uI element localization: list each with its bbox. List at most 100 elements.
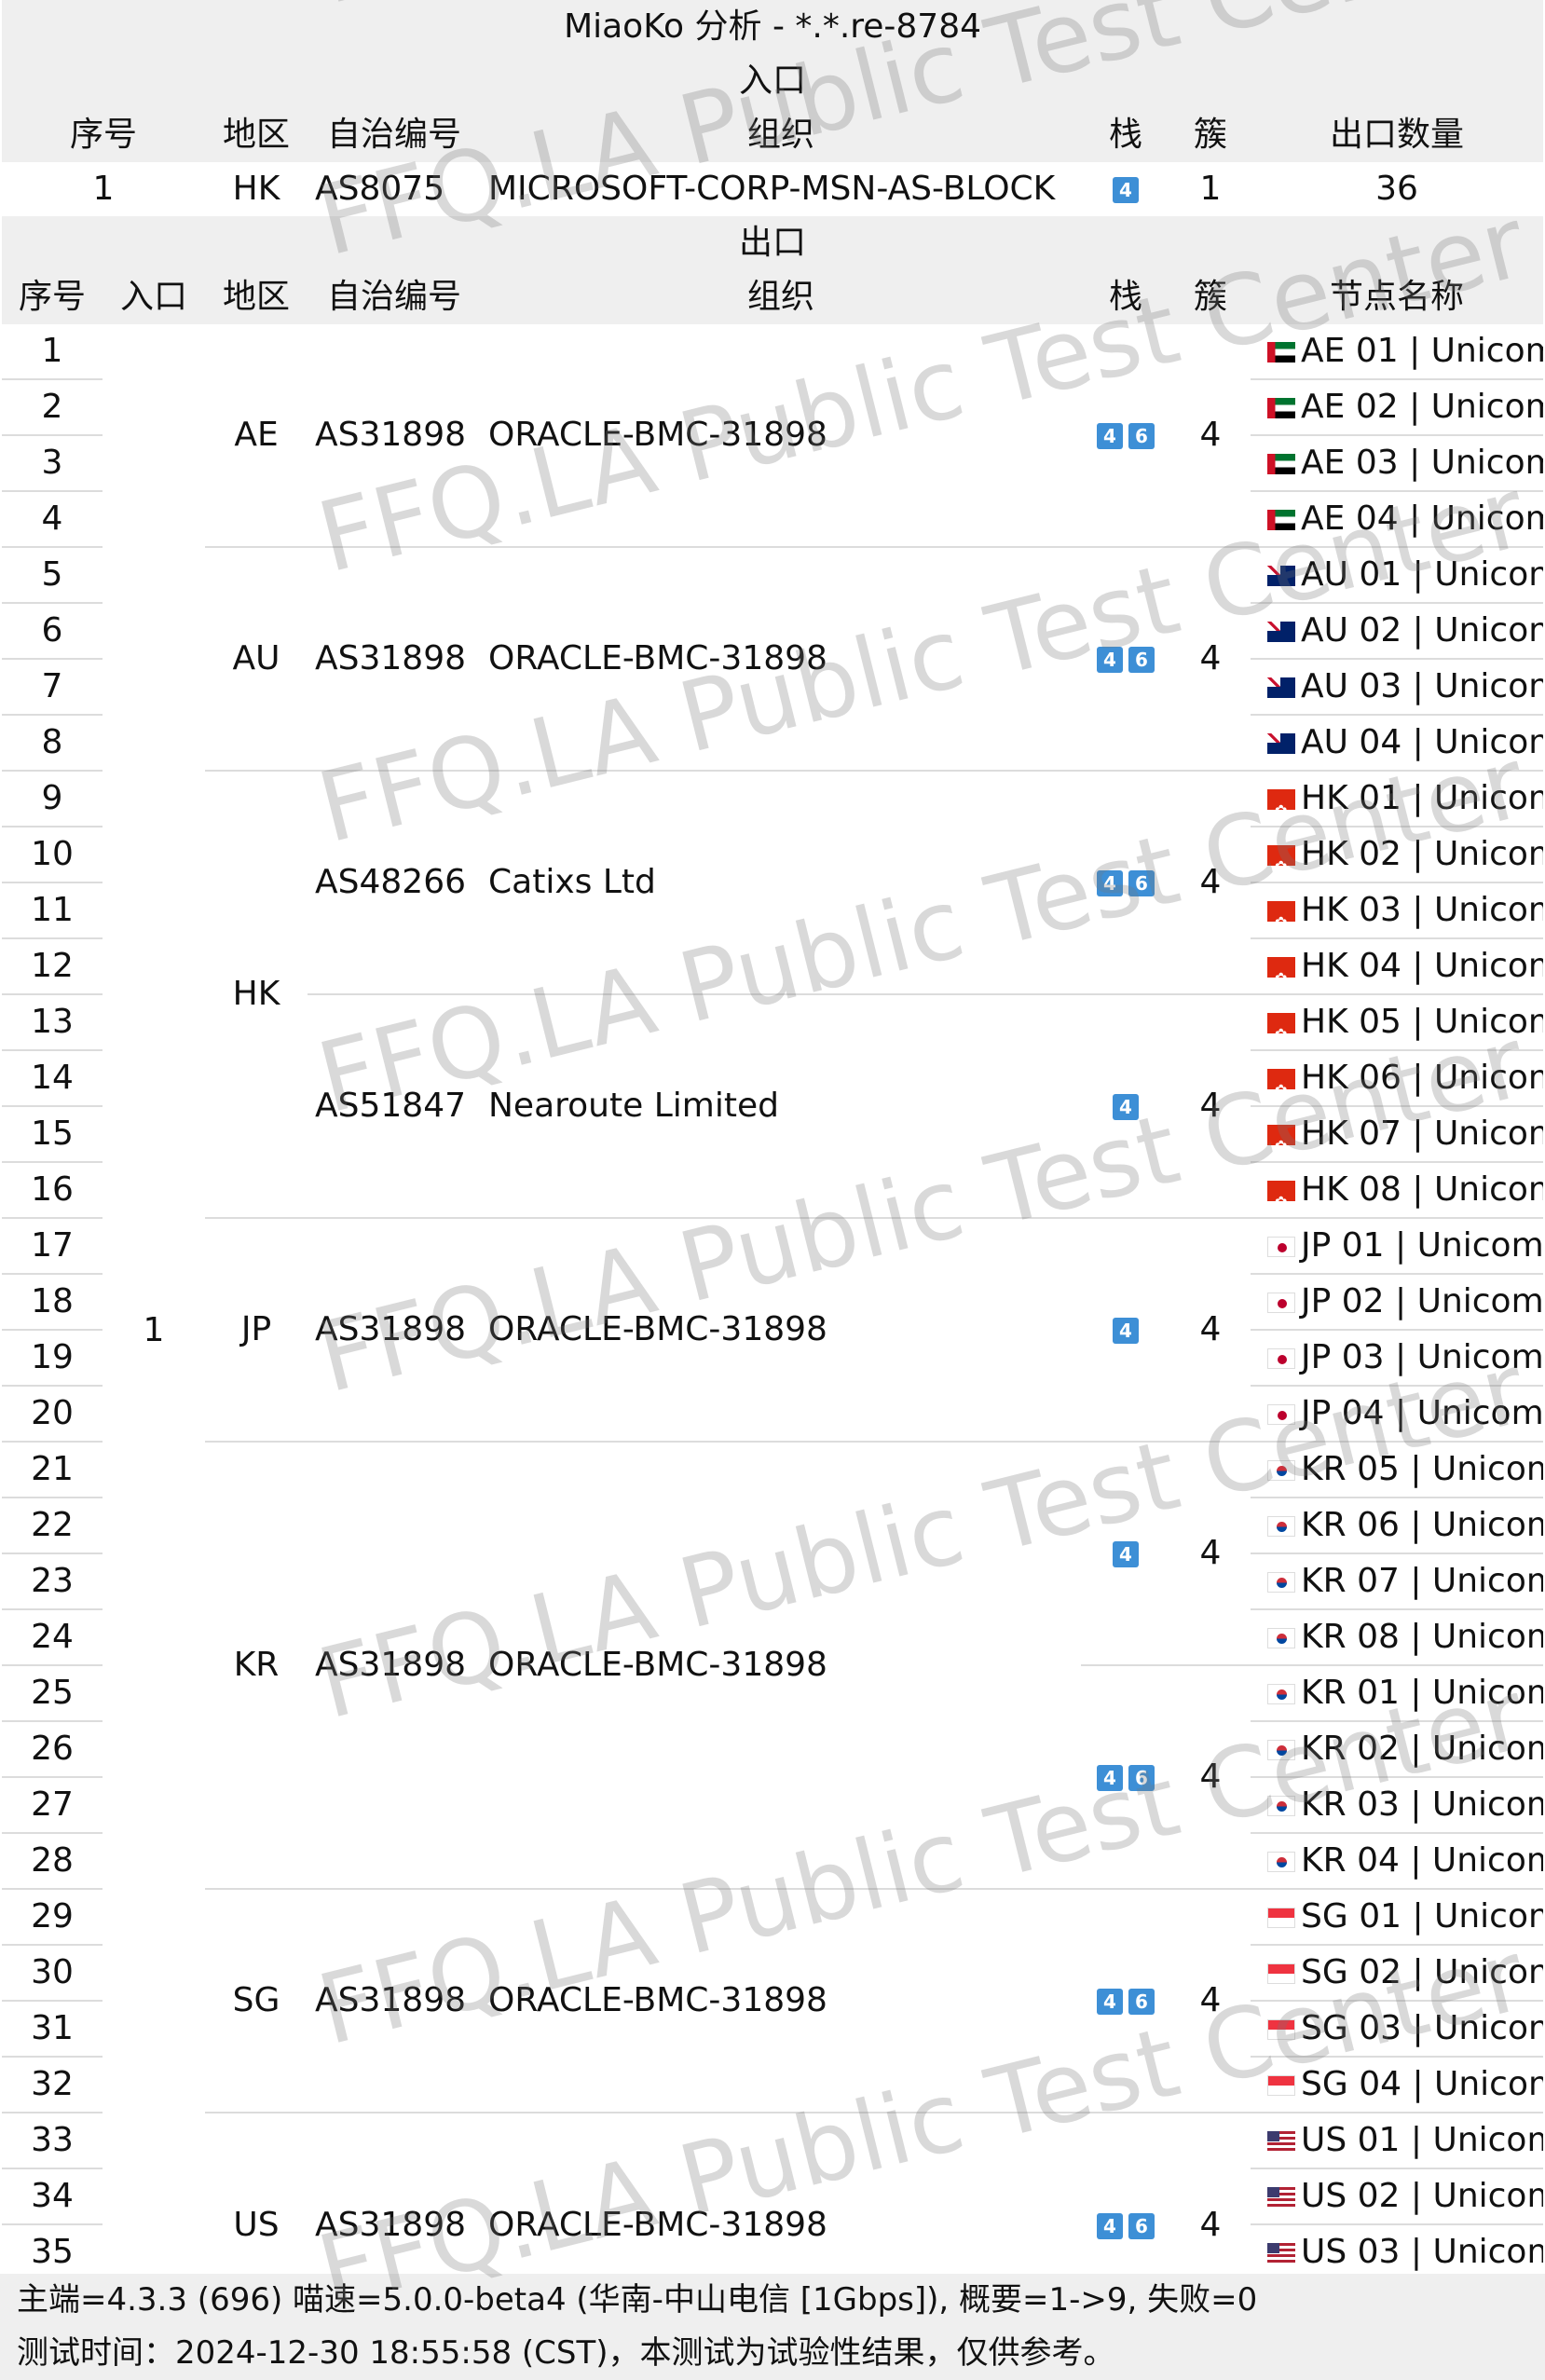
exit-region: AE bbox=[205, 324, 308, 548]
page-title: MiaoKo 分析 - *.*.re-8784 bbox=[2, 0, 1544, 54]
exit-org: ORACLE-BMC-31898 bbox=[481, 1442, 1081, 1890]
exit-seq: 22 bbox=[2, 1498, 103, 1554]
exit-region: SG bbox=[205, 1889, 308, 2113]
entry-header-seq: 序号 bbox=[2, 108, 205, 162]
flag-hk-icon bbox=[1267, 1069, 1295, 1089]
result-canvas: MiaoKo 分析 - *.*.re-8784 入口 序号 地区 自治编号 组织… bbox=[0, 0, 1545, 2380]
exit-node: JP 03 | Unicom bbox=[1251, 1330, 1544, 1387]
node-name: SG 01 | Unicom bbox=[1301, 1897, 1544, 1935]
exit-seq: 8 bbox=[2, 715, 103, 772]
entry-count: 36 bbox=[1251, 162, 1544, 216]
ipv6-badge: 6 bbox=[1128, 2212, 1155, 2239]
exit-row: 33 US AS31898 ORACLE-BMC-31898 4 6 4 US 01 | Un… bbox=[2, 2113, 1544, 2244]
flag-jp-icon bbox=[1267, 1237, 1295, 1257]
exit-node: HK 03 | Unicom bbox=[1251, 882, 1544, 939]
exit-stack: 46 bbox=[1081, 324, 1170, 548]
exit-row: 5 AU AS31898 ORACLE-BMC-31898 4 6 4 AU 01 | Uni… bbox=[2, 547, 1544, 772]
flag-jp-icon bbox=[1267, 1348, 1295, 1369]
exit-seq: 21 bbox=[2, 1442, 103, 1498]
exit-stack: 4 bbox=[1081, 1442, 1170, 1666]
exit-node: AU 01 | Unicom bbox=[1251, 547, 1544, 604]
exit-org: ORACLE-BMC-31898 bbox=[481, 324, 1081, 548]
exit-seq: 28 bbox=[2, 1833, 103, 1890]
flag-sg-icon bbox=[1267, 2019, 1295, 2040]
entry-cluster: 1 bbox=[1170, 162, 1251, 216]
exit-node: KR 03 | Unicom bbox=[1251, 1777, 1544, 1834]
flag-ae-icon bbox=[1267, 454, 1295, 474]
entry-seq: 1 bbox=[2, 162, 205, 216]
node-name: SG 03 | Unicom bbox=[1301, 2009, 1544, 2047]
exit-org: ORACLE-BMC-31898 bbox=[481, 1889, 1081, 2113]
ipv6-badge: 6 bbox=[1128, 647, 1155, 673]
exit-node: SG 03 | Unicom bbox=[1251, 2001, 1544, 2058]
exit-asn: AS31898 bbox=[308, 547, 481, 772]
exit-node: HK 07 | Unicom bbox=[1251, 1106, 1544, 1163]
exit-region: KR bbox=[205, 1442, 308, 1890]
exit-asn: AS31898 bbox=[308, 1889, 481, 2113]
flag-sg-icon bbox=[1267, 2075, 1295, 2096]
exit-seq: 9 bbox=[2, 771, 103, 828]
exit-seq: 23 bbox=[2, 1553, 103, 1610]
flag-kr-icon bbox=[1267, 1628, 1295, 1648]
exit-asn: AS31898 bbox=[308, 324, 481, 548]
flag-kr-icon bbox=[1267, 1852, 1295, 1872]
node-name: HK 04 | Unicom bbox=[1301, 947, 1544, 985]
exit-seq: 15 bbox=[2, 1106, 103, 1163]
exit-region: JP bbox=[205, 1218, 308, 1443]
node-name: KR 03 | Unicom bbox=[1301, 1785, 1544, 1824]
exit-node: KR 05 | Unicom bbox=[1251, 1442, 1544, 1498]
exit-node: AE 02 | Unicom bbox=[1251, 379, 1544, 436]
exit-node: US 01 | Unicom bbox=[1251, 2113, 1544, 2169]
exit-node: AE 03 | Unicom bbox=[1251, 435, 1544, 492]
exit-org: ORACLE-BMC-31898 bbox=[481, 547, 1081, 772]
exit-org: ORACLE-BMC-31898 bbox=[481, 1218, 1081, 1443]
ipv4-badge: 4 bbox=[1097, 2212, 1123, 2239]
exit-header-org: 组织 bbox=[481, 270, 1081, 324]
flag-au-icon bbox=[1267, 622, 1295, 642]
flag-kr-icon bbox=[1267, 1684, 1295, 1704]
exit-seq: 32 bbox=[2, 2057, 103, 2113]
flag-hk-icon bbox=[1267, 901, 1295, 922]
ipv4-badge: 4 bbox=[1097, 1765, 1123, 1791]
exit-header-cluster: 簇 bbox=[1170, 270, 1251, 324]
exit-header-asn: 自治编号 bbox=[308, 270, 481, 324]
exit-seq: 10 bbox=[2, 827, 103, 883]
ipv4-badge: 4 bbox=[1097, 870, 1123, 896]
flag-us-icon bbox=[1267, 2131, 1295, 2152]
exit-seq: 4 bbox=[2, 491, 103, 548]
flag-au-icon bbox=[1267, 677, 1295, 698]
node-name: AU 02 | Unicom bbox=[1301, 611, 1544, 650]
exit-seq: 16 bbox=[2, 1162, 103, 1219]
exit-seq: 20 bbox=[2, 1386, 103, 1443]
exit-seq: 3 bbox=[2, 435, 103, 492]
flag-au-icon bbox=[1267, 566, 1295, 586]
exit-seq: 6 bbox=[2, 603, 103, 660]
node-name: US 02 | Unicom bbox=[1301, 2177, 1544, 2215]
exit-seq: 30 bbox=[2, 1945, 103, 2002]
exit-seq: 29 bbox=[2, 1889, 103, 1946]
ipv4-badge: 4 bbox=[1113, 177, 1139, 203]
ipv6-badge: 6 bbox=[1128, 423, 1155, 449]
exit-cluster: 4 bbox=[1170, 324, 1251, 548]
exit-header-region: 地区 bbox=[205, 270, 308, 324]
exit-node: AU 02 | Unicom bbox=[1251, 603, 1544, 660]
exit-seq: 5 bbox=[2, 547, 103, 604]
exit-row: 17 JP AS31898 ORACLE-BMC-31898 4 4 JP 01 | Uni… bbox=[2, 1218, 1544, 1443]
entry-header-asn: 自治编号 bbox=[308, 108, 481, 162]
exit-header-seq: 序号 bbox=[2, 270, 103, 324]
flag-au-icon bbox=[1267, 733, 1295, 754]
flag-sg-icon bbox=[1267, 1908, 1295, 1928]
flag-jp-icon bbox=[1267, 1404, 1295, 1425]
exit-seq: 12 bbox=[2, 938, 103, 995]
exit-seq: 2 bbox=[2, 379, 103, 436]
ipv4-badge: 4 bbox=[1113, 1318, 1139, 1344]
node-name: JP 04 | Unicom bbox=[1301, 1394, 1544, 1432]
flag-ae-icon bbox=[1267, 510, 1295, 530]
exit-row: 29 SG AS31898 ORACLE-BMC-31898 4 6 4 SG 01 | Un… bbox=[2, 1889, 1544, 2113]
node-name: US 01 | Unicom bbox=[1301, 2121, 1544, 2159]
result-table: MiaoKo 分析 - *.*.re-8784 入口 序号 地区 自治编号 组织… bbox=[2, 0, 1544, 2337]
exit-node: US 03 | Unicom bbox=[1251, 2224, 1544, 2281]
entry-row: 1 HK AS8075 MICROSOFT-CORP-MSN-AS-BLOCK … bbox=[2, 162, 1544, 216]
exit-node: HK 08 | Unicom bbox=[1251, 1162, 1544, 1219]
node-name: JP 01 | Unicom bbox=[1301, 1226, 1544, 1265]
